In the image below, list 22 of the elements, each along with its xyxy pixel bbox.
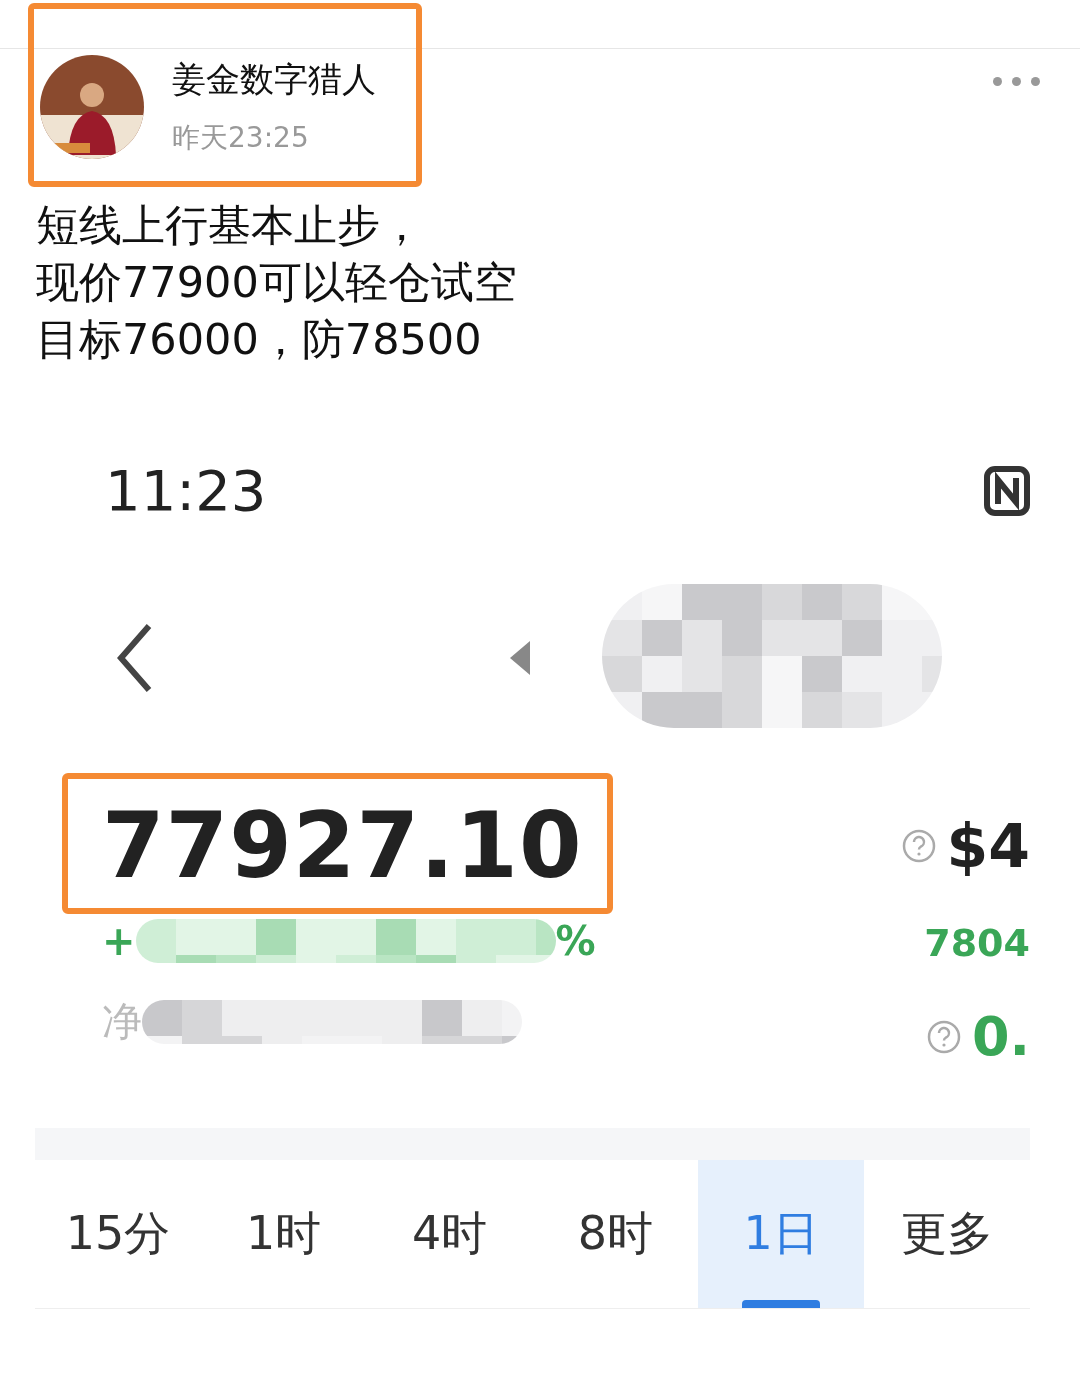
timeframe-tab[interactable]: 15分 (35, 1160, 201, 1308)
status-time: 11:23 (105, 458, 267, 523)
label-text: 净 (102, 997, 142, 1046)
timeframe-tab[interactable]: 8时 (532, 1160, 699, 1308)
triangle-icon[interactable] (510, 641, 530, 675)
percent-sign: % (555, 918, 596, 964)
post-time: 昨天23:25 (172, 120, 310, 156)
stat-value: 7804 (924, 921, 1030, 965)
timeframe-tab[interactable]: 更多 (864, 1160, 1030, 1308)
post-text: 短线上行基本止步， 现价77900可以轻仓试空 目标76000，防78500 (35, 199, 518, 366)
nfc-icon (984, 465, 1030, 516)
timeframe-tab[interactable]: 4时 (366, 1160, 533, 1308)
author-name[interactable]: 姜金数字猎人 (172, 57, 376, 103)
help-icon (900, 828, 937, 864)
price: 77927.10 (102, 793, 583, 898)
stat-value: 0. (971, 1005, 1030, 1068)
timeframe-tab[interactable]: 1时 (200, 1160, 367, 1308)
change-sign: + (102, 918, 136, 964)
help-icon (925, 1018, 962, 1055)
more-icon[interactable] (993, 77, 1040, 86)
stat-value: $4 (946, 811, 1030, 881)
timeframe-tab[interactable]: 1日 (698, 1160, 865, 1308)
